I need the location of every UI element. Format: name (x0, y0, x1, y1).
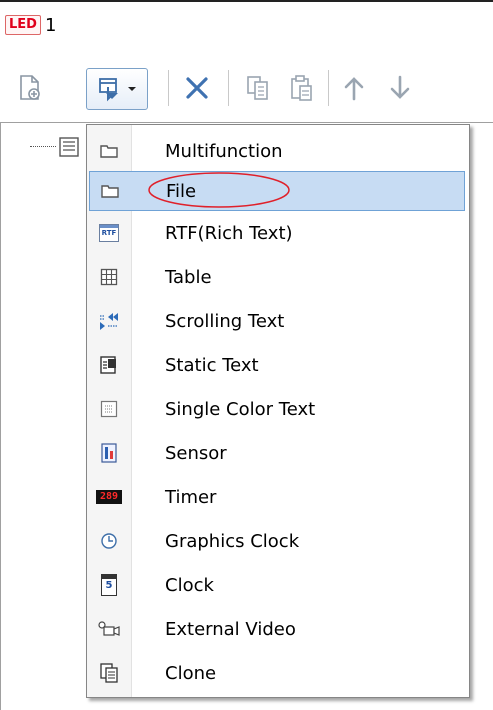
menu-item-label: Static Text (165, 354, 259, 376)
folder-icon (89, 131, 129, 171)
arrow-down-icon (390, 75, 410, 99)
menu-item-label: Table (165, 266, 212, 288)
menu-item-label: Multifunction (165, 140, 283, 162)
menu-item-single-color-text[interactable]: Single Color Text (89, 389, 465, 429)
menu-item-sensor[interactable]: Sensor (89, 433, 465, 473)
new-page-button[interactable] (10, 68, 50, 108)
menu-item-timer[interactable]: 289 Timer (89, 477, 465, 517)
menu-item-table[interactable]: Table (89, 257, 465, 297)
menu-item-label: External Video (165, 618, 296, 640)
add-window-menu: Multifunction File RTF RTF(Rich Text) Ta… (86, 124, 470, 698)
program-number: 1 (44, 14, 57, 36)
single-color-text-icon (89, 389, 129, 429)
menu-item-label: Clock (165, 574, 214, 596)
menu-item-clone[interactable]: Clone (89, 653, 465, 693)
timer-icon-text: 289 (96, 490, 122, 504)
rtf-icon: RTF (89, 213, 129, 253)
menu-item-rtf[interactable]: RTF RTF(Rich Text) (89, 213, 465, 253)
toolbar-separator (228, 70, 229, 106)
clone-icon (89, 653, 129, 693)
menu-item-graphics-clock[interactable]: Graphics Clock (89, 521, 465, 561)
menu-item-label: File (166, 180, 197, 202)
external-video-icon (89, 609, 129, 649)
static-text-icon (89, 345, 129, 385)
table-icon (89, 257, 129, 297)
menu-item-label: Scrolling Text (165, 310, 285, 332)
clock-icon-text: 5 (105, 580, 113, 591)
delete-button[interactable] (176, 68, 218, 108)
tree-node-page-icon (59, 137, 79, 157)
menu-item-label: RTF(Rich Text) (165, 222, 293, 244)
toolbar (0, 60, 493, 122)
menu-item-label: Timer (165, 486, 217, 508)
rtf-icon-text: RTF (101, 229, 117, 237)
menu-item-clock[interactable]: 5 Clock (89, 565, 465, 605)
menu-item-file[interactable]: File (89, 171, 465, 211)
menu-item-static-text[interactable]: Static Text (89, 345, 465, 385)
move-down-button[interactable] (380, 68, 420, 108)
copy-button[interactable] (238, 68, 278, 108)
copy-icon (247, 76, 268, 100)
clock-icon: 5 (89, 565, 129, 605)
sensor-icon (89, 433, 129, 473)
window-top-border (0, 0, 493, 2)
menu-item-label: Sensor (165, 442, 227, 464)
close-icon (186, 77, 208, 99)
timer-icon: 289 (89, 477, 129, 517)
arrow-up-icon (344, 77, 364, 101)
menu-item-scrolling-text[interactable]: Scrolling Text (89, 301, 465, 341)
program-tab[interactable]: LED 1 (5, 11, 56, 39)
menu-item-label: Single Color Text (165, 398, 316, 420)
menu-item-label: Graphics Clock (165, 530, 300, 552)
add-window-dropdown-button[interactable] (86, 68, 148, 110)
menu-item-label: Clone (165, 662, 217, 684)
led-badge: LED (5, 15, 41, 35)
toolbar-separator (168, 70, 169, 106)
chevron-down-icon (128, 87, 136, 91)
move-up-button[interactable] (334, 68, 374, 108)
menu-item-external-video[interactable]: External Video (89, 609, 465, 649)
menu-item-multifunction[interactable]: Multifunction (89, 131, 465, 171)
tree-connector (30, 146, 56, 147)
graphics-clock-icon (89, 521, 129, 561)
scrolling-text-icon (89, 301, 129, 341)
paste-button[interactable] (282, 68, 322, 108)
new-page-icon (20, 75, 40, 100)
paste-icon (291, 75, 312, 101)
folder-icon (90, 171, 130, 211)
add-window-icon (99, 78, 118, 102)
toolbar-separator (328, 70, 329, 106)
